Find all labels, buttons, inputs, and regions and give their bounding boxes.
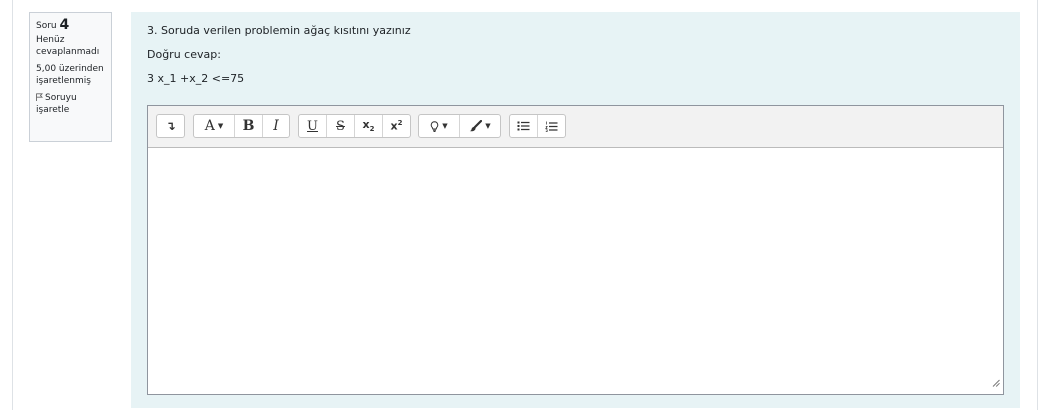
- italic-button[interactable]: I: [263, 115, 289, 137]
- editor-toolbar: ↴ A ▼ B I U S x2 x2 ▼ ▼: [148, 106, 1003, 148]
- subscript-suffix: 2: [369, 125, 375, 134]
- toolbar-group-format: U S x2 x2: [298, 114, 411, 138]
- question-content: 3. Soruda verilen problemin ağaç kısıtın…: [131, 12, 1020, 408]
- chevron-down-icon: ▼: [217, 122, 224, 130]
- correct-answer-label: Doğru cevap:: [147, 48, 221, 61]
- subscript-icon: x2: [363, 118, 375, 133]
- superscript-icon: x2: [391, 119, 403, 133]
- toolbar-group-insert: ▼ ▼: [418, 114, 501, 138]
- lightbulb-icon: [431, 120, 439, 132]
- underline-icon: U: [307, 118, 318, 134]
- numbered-list-button[interactable]: [538, 115, 565, 137]
- question-number-label: Soru: [36, 21, 57, 31]
- flag-question-link[interactable]: Soruyu işaretle: [36, 92, 111, 116]
- flag-icon: [36, 93, 43, 101]
- toolbar-group-more: ↴: [156, 114, 185, 138]
- font-style-dropdown[interactable]: A ▼: [194, 115, 235, 137]
- question-number-value: 4: [59, 17, 70, 33]
- superscript-base: x: [390, 119, 398, 133]
- paintbrush-icon: [470, 120, 483, 132]
- subscript-button[interactable]: x2: [355, 115, 383, 137]
- show-more-buttons-button[interactable]: ↴: [157, 115, 184, 137]
- show-more-icon: ↴: [165, 119, 176, 133]
- subscript-base: x: [362, 118, 370, 132]
- paint-dropdown-button[interactable]: ▼: [460, 115, 500, 137]
- strikethrough-icon: S: [336, 118, 345, 134]
- correct-answer-text: 3 x_1 +x_2 <=75: [147, 72, 245, 85]
- bold-button[interactable]: B: [235, 115, 263, 137]
- question-info-panel: Soru 4 Henüz cevaplanmadı 5,00 üzerinden…: [29, 12, 112, 142]
- font-style-icon: A: [204, 118, 215, 134]
- bold-icon: B: [242, 118, 255, 134]
- numbered-list-icon: [545, 121, 558, 132]
- chevron-down-icon: ▼: [485, 122, 491, 130]
- toolbar-group-style: A ▼ B I: [193, 114, 290, 138]
- question-state: Henüz cevaplanmadı: [36, 35, 100, 57]
- page-right-border: [1037, 0, 1038, 410]
- bullet-list-button[interactable]: [510, 115, 538, 137]
- chevron-down-icon: ▼: [442, 122, 448, 130]
- answer-editor: ↴ A ▼ B I U S x2 x2 ▼ ▼: [147, 105, 1004, 395]
- strikethrough-button[interactable]: S: [327, 115, 355, 137]
- superscript-button[interactable]: x2: [383, 115, 410, 137]
- underline-button[interactable]: U: [299, 115, 327, 137]
- page-left-border: [12, 0, 13, 410]
- superscript-suffix: 2: [397, 119, 403, 128]
- question-grade: 5,00 üzerinden işaretlenmiş: [36, 64, 104, 86]
- question-number: Soru 4: [36, 17, 111, 33]
- insert-dropdown-button[interactable]: ▼: [419, 115, 460, 137]
- bullet-list-icon: [517, 121, 530, 131]
- resize-handle-icon[interactable]: [992, 372, 1000, 391]
- toolbar-group-lists: [509, 114, 566, 138]
- italic-icon: I: [273, 118, 279, 134]
- question-text: 3. Soruda verilen problemin ağaç kısıtın…: [147, 24, 411, 37]
